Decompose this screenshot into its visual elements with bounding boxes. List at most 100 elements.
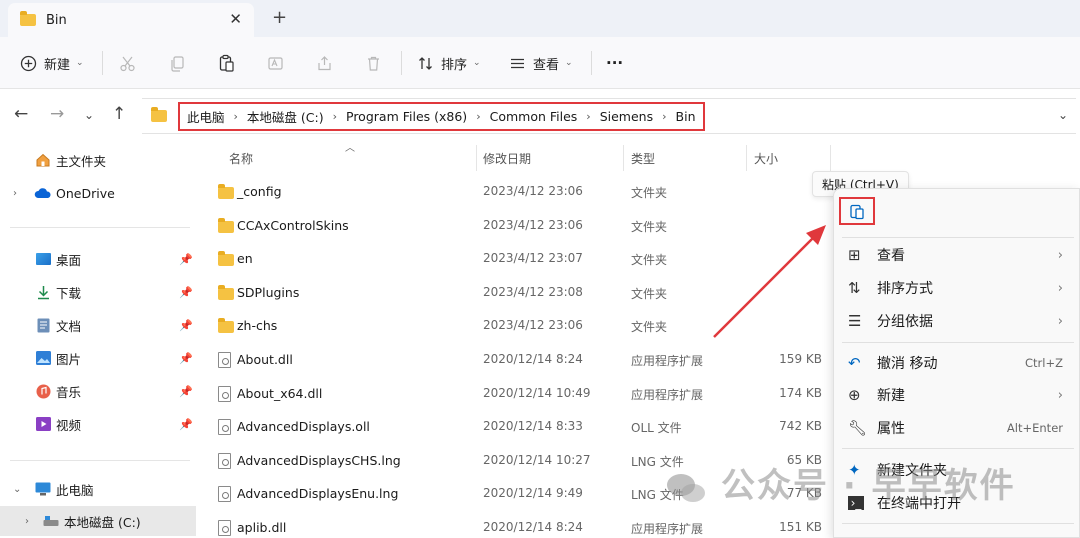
menu-item-undo-move[interactable]: ↶ 撤消 移动 Ctrl+Z xyxy=(834,348,1080,378)
chevron-right-icon: › xyxy=(1057,313,1063,329)
menu-item-properties[interactable]: 🔧︎ 属性 Alt+Enter xyxy=(834,413,1080,443)
column-divider[interactable] xyxy=(746,145,747,171)
file-row[interactable]: About.dll 2020/12/14 8:24 应用程序扩展 159 KB xyxy=(200,343,830,376)
breadcrumb-siemens[interactable]: Siemens xyxy=(597,109,656,124)
file-name: AdvancedDisplaysCHS.lng xyxy=(237,452,401,468)
pin-icon[interactable]: 📌 xyxy=(179,352,193,365)
file-type: 文件夹 xyxy=(631,186,668,200)
chevron-down-icon[interactable]: ⌄ xyxy=(13,484,21,495)
menu-divider xyxy=(842,448,1074,449)
address-dropdown-chevron-icon[interactable]: ⌄ xyxy=(1058,108,1068,122)
file-date: 2023/4/12 23:06 xyxy=(483,318,583,333)
new-button[interactable]: 新建 ⌄ xyxy=(20,49,84,77)
address-bar[interactable]: 此电脑 › 本地磁盘 (C:) › Program Files (x86) › … xyxy=(142,98,1076,134)
file-icon xyxy=(218,385,231,402)
chevron-right-icon[interactable]: › xyxy=(327,110,343,123)
music-icon xyxy=(36,384,51,398)
menu-item-sort-by[interactable]: ⇅ 排序方式 › xyxy=(834,273,1080,303)
column-header-date[interactable]: 修改日期 xyxy=(483,150,531,167)
column-header-name[interactable]: 名称 xyxy=(229,150,253,167)
rename-icon xyxy=(268,56,283,70)
menu-item-view[interactable]: ⊞ 查看 › xyxy=(834,240,1080,270)
breadcrumb-common-files[interactable]: Common Files xyxy=(487,109,581,124)
new-button-label: 新建 xyxy=(44,57,71,73)
file-name: en xyxy=(237,251,253,267)
pin-icon[interactable]: 📌 xyxy=(179,385,193,398)
column-header-type[interactable]: 类型 xyxy=(631,150,655,167)
sidebar-item-videos[interactable]: 视频 📌 xyxy=(0,409,196,439)
up-arrow-icon[interactable]: ↑ xyxy=(112,104,126,124)
view-button[interactable]: 查看 ⌄ xyxy=(509,49,573,77)
file-name: CCAxControlSkins xyxy=(237,217,349,233)
sidebar-item-onedrive[interactable]: › OneDrive xyxy=(0,178,196,208)
chevron-right-icon[interactable]: › xyxy=(228,110,244,123)
column-divider[interactable] xyxy=(623,145,624,171)
paste-button[interactable] xyxy=(218,49,235,77)
command-bar: 新建 ⌄ 排序 ⌄ 查看 ⌄ ··· xyxy=(0,37,1080,89)
recent-locations-chevron-icon[interactable]: ⌄ xyxy=(84,108,94,122)
picture-icon xyxy=(36,351,51,365)
file-row[interactable]: aplib.dll 2020/12/14 8:24 应用程序扩展 151 KB xyxy=(200,511,830,538)
copy-button[interactable] xyxy=(169,49,186,77)
cut-button[interactable] xyxy=(119,49,136,77)
plus-circle-icon xyxy=(20,55,37,71)
column-divider[interactable] xyxy=(830,145,831,171)
menu-item-new[interactable]: ⊕ 新建 › xyxy=(834,380,1080,410)
file-row[interactable]: About_x64.dll 2020/12/14 10:49 应用程序扩展 174 K… xyxy=(200,377,830,410)
forward-arrow-icon[interactable]: → xyxy=(50,104,64,124)
sidebar-item-pictures[interactable]: 图片 📌 xyxy=(0,343,196,373)
share-button[interactable] xyxy=(316,49,333,77)
menu-item-label: 查看 xyxy=(877,248,905,264)
chevron-right-icon[interactable]: › xyxy=(25,516,29,527)
delete-button[interactable] xyxy=(365,49,382,77)
close-tab-icon[interactable]: ✕ xyxy=(229,10,242,28)
file-date: 2023/4/12 23:06 xyxy=(483,184,583,198)
sidebar-item-this-pc[interactable]: ⌄ 此电脑 xyxy=(0,474,196,504)
sort-icon: ⇅ xyxy=(848,279,861,297)
menu-item-group-by[interactable]: ☰ 分组依据 › xyxy=(834,306,1080,336)
sidebar-item-local-disk[interactable]: › 本地磁盘 (C:) xyxy=(0,506,196,536)
chevron-right-icon: › xyxy=(1057,387,1063,403)
column-divider[interactable] xyxy=(476,145,477,171)
more-options-button[interactable]: ··· xyxy=(606,49,623,77)
file-row[interactable]: AdvancedDisplays.oll 2020/12/14 8:33 OLL 文… xyxy=(200,410,830,443)
file-name: SDPlugins xyxy=(237,284,300,300)
file-date: 2020/12/14 8:24 xyxy=(483,520,583,534)
breadcrumb-program-files[interactable]: Program Files (x86) xyxy=(343,109,470,124)
sidebar-divider xyxy=(10,227,190,228)
chevron-right-icon[interactable]: › xyxy=(656,110,672,123)
column-header-size[interactable]: 大小 xyxy=(754,150,778,167)
pin-icon[interactable]: 📌 xyxy=(179,418,193,431)
rename-button[interactable] xyxy=(267,49,284,77)
back-arrow-icon[interactable]: ← xyxy=(14,104,28,124)
pin-icon[interactable]: 📌 xyxy=(179,319,193,332)
sidebar-item-documents[interactable]: 文档 📌 xyxy=(0,310,196,340)
tab-bin[interactable]: Bin ✕ xyxy=(8,3,254,37)
chevron-right-icon[interactable]: › xyxy=(470,110,486,123)
chevron-right-icon[interactable]: › xyxy=(580,110,596,123)
file-name: AdvancedDisplays.oll xyxy=(237,419,370,435)
new-tab-button[interactable]: + xyxy=(272,7,287,28)
wrench-icon: 🔧︎ xyxy=(848,419,868,437)
breadcrumb-bin[interactable]: Bin xyxy=(673,109,699,124)
breadcrumb-local-disk[interactable]: 本地磁盘 (C:) xyxy=(244,107,327,126)
pin-icon[interactable]: 📌 xyxy=(179,286,193,299)
video-icon xyxy=(36,417,51,431)
breadcrumb-this-pc[interactable]: 此电脑 xyxy=(184,107,228,126)
sidebar-item-downloads[interactable]: 下载 📌 xyxy=(0,277,196,307)
grid-view-icon: ⊞ xyxy=(848,246,861,264)
pin-icon[interactable]: 📌 xyxy=(179,253,193,266)
menu-divider xyxy=(842,342,1074,343)
toolbar-divider xyxy=(401,51,402,75)
menu-item-label: 新建 xyxy=(877,388,905,404)
sidebar-item-desktop[interactable]: 桌面 📌 xyxy=(0,244,196,274)
context-paste-button[interactable] xyxy=(839,197,875,225)
sidebar-item-home[interactable]: 主文件夹 xyxy=(0,145,196,175)
sort-button[interactable]: 排序 ⌄ xyxy=(417,49,481,77)
file-row[interactable]: _config 2023/4/12 23:06 文件夹 xyxy=(200,175,830,208)
chevron-right-icon[interactable]: › xyxy=(13,188,17,199)
sidebar-item-music[interactable]: 音乐 📌 xyxy=(0,376,196,406)
tab-title: Bin xyxy=(46,12,67,28)
file-type: 应用程序扩展 xyxy=(631,354,704,368)
annotation-arrow-icon xyxy=(713,225,826,338)
